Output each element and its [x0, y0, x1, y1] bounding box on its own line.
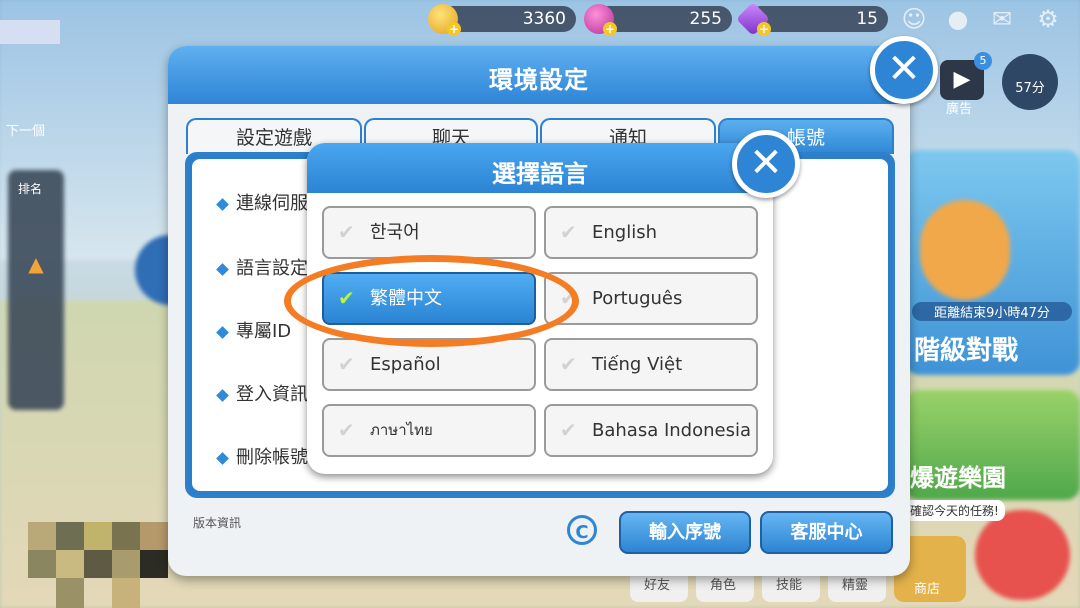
language-option-label: 한국어 — [370, 222, 420, 243]
redaction-block — [112, 550, 140, 578]
language-option-vietnamese[interactable]: ✔ Tiếng Việt — [544, 338, 758, 391]
menu-delete-account-label: 刪除帳號 — [236, 447, 308, 468]
chat-icon[interactable]: ● — [942, 4, 974, 34]
language-dialog-title: 選擇語言 — [492, 160, 588, 188]
check-icon: ✔ — [560, 352, 577, 376]
redaction-block — [0, 20, 60, 44]
redaction-block — [56, 550, 84, 578]
highlight-ring-annotation — [284, 255, 579, 347]
check-icon: ✔ — [338, 352, 355, 376]
menu-exclusive-id[interactable]: 專屬ID — [216, 317, 292, 343]
nav-character-label: 角色 — [710, 578, 737, 593]
add-gem-icon[interactable]: + — [757, 22, 771, 36]
ad-badge: 5 — [974, 52, 992, 70]
language-option-label: Português — [592, 288, 683, 309]
next-label: 下一個 — [6, 124, 46, 139]
menu-server-connection[interactable]: 連線伺服 — [216, 189, 308, 215]
ranked-battle-label[interactable]: 階級對戰 — [914, 330, 1018, 367]
check-icon: ✔ — [338, 418, 355, 442]
redaction-block — [84, 550, 112, 578]
language-option-label: Español — [370, 354, 441, 375]
menu-language-label: 語言設定 — [236, 258, 308, 279]
today-mission-bubble: 確認今天的任務! — [904, 500, 1005, 521]
menu-language[interactable]: 語言設定 — [216, 254, 308, 280]
menu-server-connection-label: 連線伺服 — [236, 193, 308, 214]
language-option-label: ภาษาไทย — [370, 421, 433, 439]
gold-value: 3360 — [522, 9, 566, 29]
check-icon: ✔ — [560, 418, 577, 442]
add-gold-icon[interactable]: + — [447, 22, 461, 36]
red-character — [975, 510, 1070, 600]
explore-park-label[interactable]: 爆遊樂園 — [910, 458, 1006, 493]
menu-exclusive-id-label: 專屬ID — [236, 321, 292, 342]
language-option-label: Bahasa Indonesia — [592, 420, 751, 441]
bullet-icon — [216, 262, 229, 276]
language-option-label: Tiếng Việt — [592, 354, 683, 375]
settings-close-button[interactable]: ✕ — [870, 36, 938, 104]
timer-widget[interactable]: 57分 — [1002, 54, 1058, 110]
close-icon: ✕ — [887, 46, 921, 92]
ad-label: 廣告 — [946, 102, 973, 117]
redaction-block — [28, 550, 56, 578]
redaction-block — [84, 522, 112, 550]
gem-value: 15 — [856, 9, 878, 29]
nav-skill-label: 技能 — [776, 578, 803, 593]
language-dialog-close-button[interactable]: ✕ — [732, 130, 800, 198]
menu-login-info-label: 登入資訊 — [236, 384, 308, 405]
menu-login-info[interactable]: 登入資訊 — [216, 380, 308, 406]
settings-title: 環境設定 — [489, 66, 589, 94]
candy-value: 255 — [689, 9, 722, 29]
friends-icon[interactable]: ☺ — [898, 4, 930, 34]
bullet-icon — [216, 451, 229, 465]
ranking-side-panel — [8, 170, 64, 410]
copyright-icon[interactable]: C — [567, 515, 597, 545]
warning-icon: ▲ — [28, 252, 44, 276]
language-option-label: English — [592, 222, 657, 243]
bullet-icon — [216, 197, 229, 211]
settings-gear-icon[interactable]: ⚙ — [1032, 4, 1064, 34]
nav-spirit-label: 精靈 — [842, 578, 869, 593]
language-option-indonesian[interactable]: ✔ Bahasa Indonesia — [544, 404, 758, 457]
bear-character — [920, 200, 1010, 300]
rank-label: 排名 — [18, 182, 43, 196]
check-icon: ✔ — [338, 220, 355, 244]
event-timer: 距離結束9小時47分 — [912, 302, 1072, 321]
redaction-block — [112, 522, 140, 550]
close-icon: ✕ — [749, 140, 783, 186]
check-icon: ✔ — [560, 220, 577, 244]
redaction-block — [112, 578, 140, 608]
enter-serial-button[interactable]: 輸入序號 — [619, 511, 751, 554]
language-option-korean[interactable]: ✔ 한국어 — [322, 206, 536, 259]
bullet-icon — [216, 388, 229, 402]
redaction-block — [56, 578, 84, 608]
menu-delete-account[interactable]: 刪除帳號 — [216, 443, 308, 469]
redaction-block — [140, 522, 168, 550]
customer-service-button[interactable]: 客服中心 — [760, 511, 893, 554]
nav-shop-label: 商店 — [914, 582, 941, 597]
redaction-block — [140, 550, 168, 578]
language-option-thai[interactable]: ✔ ภาษาไทย — [322, 404, 536, 457]
bullet-icon — [216, 325, 229, 339]
mail-icon[interactable]: ✉ — [986, 4, 1018, 34]
version-info-link[interactable]: 版本資訊 — [193, 514, 241, 531]
redaction-block — [28, 522, 56, 550]
redaction-block — [56, 522, 84, 550]
language-option-english[interactable]: ✔ English — [544, 206, 758, 259]
nav-friends-label: 好友 — [644, 578, 671, 593]
add-candy-icon[interactable]: + — [603, 22, 617, 36]
